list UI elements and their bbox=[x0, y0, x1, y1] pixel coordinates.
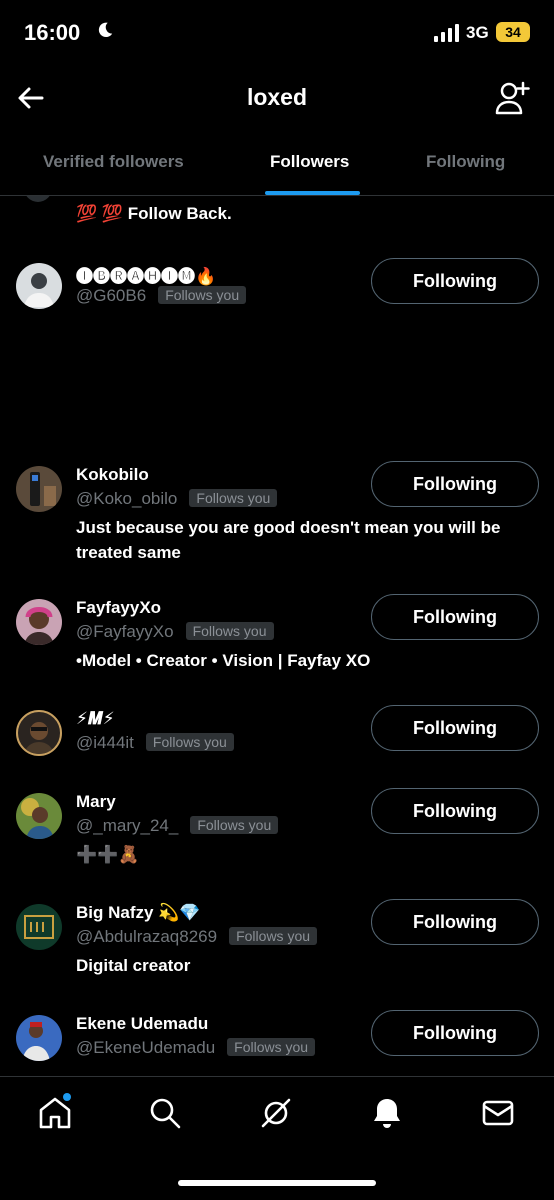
status-time: 16:00 bbox=[24, 20, 81, 45]
user-name: Ekene Udemadu bbox=[76, 1014, 209, 1033]
user-bio: Digital creator bbox=[76, 956, 191, 975]
user-handle: @EkeneUdemadu bbox=[76, 1038, 216, 1057]
follows-you-badge: Follows you bbox=[190, 816, 279, 834]
follows-you-badge: Follows you bbox=[189, 489, 278, 507]
following-button[interactable]: Following bbox=[371, 258, 539, 304]
user-name: Kokobilo bbox=[76, 465, 149, 484]
follows-you-badge: Follows you bbox=[158, 286, 247, 304]
bell-icon[interactable] bbox=[369, 1095, 405, 1131]
status-bar: 16:00 3G 34 bbox=[0, 0, 554, 66]
avatar[interactable] bbox=[16, 904, 62, 950]
tab-followers[interactable]: Followers bbox=[270, 152, 349, 172]
user-bio: Just because you are good doesn't mean y… bbox=[76, 518, 501, 562]
following-button[interactable]: Following bbox=[371, 594, 539, 640]
follows-you-badge: Follows you bbox=[145, 733, 234, 751]
followers-list: 💯 💯 Follow Back. 🅘🅑🅡🅐🅗🅘🅜🔥 @G60B6 Follows … bbox=[0, 196, 554, 1076]
signal-icon bbox=[434, 24, 459, 42]
network-type: 3G bbox=[466, 23, 489, 42]
user-handle: @Abdulrazaq8269 bbox=[76, 927, 218, 946]
notification-dot bbox=[63, 1093, 71, 1101]
user-handle: @G60B6 bbox=[76, 286, 147, 305]
moon-icon bbox=[98, 22, 113, 38]
grok-icon[interactable] bbox=[258, 1095, 294, 1131]
user-bio: •Model • Creator • Vision | Fayfay XO bbox=[76, 651, 371, 670]
avatar[interactable] bbox=[16, 793, 62, 839]
avatar[interactable] bbox=[16, 710, 62, 756]
home-indicator bbox=[178, 1180, 376, 1186]
tab-following[interactable]: Following bbox=[426, 152, 505, 172]
user-bio: 💯 💯 Follow Back. bbox=[76, 204, 232, 223]
user-bio: ➕➕🧸 bbox=[76, 845, 140, 864]
user-name: ⚡𝑴⚡ bbox=[76, 709, 115, 728]
user-name: FayfayyXo bbox=[76, 598, 162, 617]
user-handle: @_mary_24_ bbox=[76, 816, 179, 835]
following-button[interactable]: Following bbox=[371, 899, 539, 945]
tab-verified-followers[interactable]: Verified followers bbox=[43, 152, 184, 172]
avatar[interactable] bbox=[16, 263, 62, 309]
user-handle: @FayfayyXo bbox=[76, 622, 174, 641]
user-name: Big Nafzy 💫💎 bbox=[76, 903, 201, 922]
battery-indicator: 34 bbox=[496, 22, 530, 42]
avatar[interactable] bbox=[16, 599, 62, 645]
avatar[interactable] bbox=[16, 1015, 62, 1061]
user-name: Mary bbox=[76, 792, 116, 811]
following-button[interactable]: Following bbox=[371, 1010, 539, 1056]
active-tab-indicator bbox=[265, 191, 360, 195]
avatar[interactable] bbox=[16, 466, 62, 512]
mail-icon[interactable] bbox=[480, 1095, 516, 1131]
follows-you-badge: Follows you bbox=[229, 927, 318, 945]
follows-you-badge: Follows you bbox=[227, 1038, 316, 1056]
user-handle: @i444it bbox=[76, 733, 134, 752]
follows-you-badge: Follows you bbox=[185, 622, 274, 640]
following-button[interactable]: Following bbox=[371, 461, 539, 507]
following-button[interactable]: Following bbox=[371, 705, 539, 751]
tab-bar: Verified followers Followers Following bbox=[0, 130, 554, 196]
following-button[interactable]: Following bbox=[371, 788, 539, 834]
top-bar: loxed bbox=[0, 66, 554, 130]
page-title: loxed bbox=[246, 84, 308, 110]
search-icon[interactable] bbox=[147, 1095, 183, 1131]
avatar[interactable] bbox=[24, 196, 52, 202]
user-name: 🅘🅑🅡🅐🅗🅘🅜🔥 bbox=[76, 267, 217, 286]
add-user-icon[interactable] bbox=[494, 80, 530, 116]
user-handle: @Koko_obilo bbox=[76, 489, 178, 508]
